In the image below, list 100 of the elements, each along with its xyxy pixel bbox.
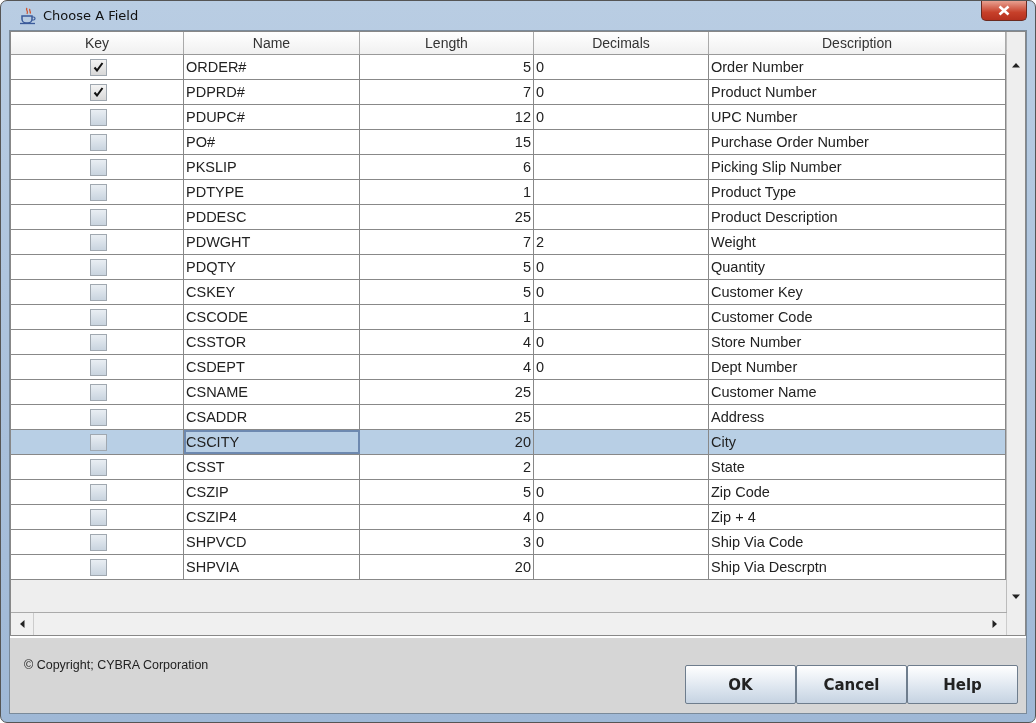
checkbox[interactable] xyxy=(89,208,107,226)
table-cell: 5 xyxy=(360,255,534,279)
column-header[interactable]: Key xyxy=(11,32,184,54)
table-cell: 4 xyxy=(360,330,534,354)
table-cell: PDQTY xyxy=(184,255,360,279)
checkbox[interactable] xyxy=(89,458,107,476)
table-cell: PDPRD# xyxy=(184,80,360,104)
checkbox[interactable] xyxy=(89,83,107,101)
table-cell: PDDESC xyxy=(184,205,360,229)
table-cell: 5 xyxy=(360,280,534,304)
checkbox[interactable] xyxy=(89,183,107,201)
table-cell: 5 xyxy=(360,55,534,79)
table-cell: 0 xyxy=(536,259,545,275)
checkbox[interactable] xyxy=(89,158,107,176)
table-cell: CSCITY xyxy=(184,430,360,454)
table-row[interactable]: PDQTY 5 0 Quantity xyxy=(11,255,1006,280)
checkbox[interactable] xyxy=(89,483,107,501)
table-cell: PO# xyxy=(184,130,360,154)
checkbox[interactable] xyxy=(89,108,107,126)
table-row[interactable]: PKSLIP 6 Picking Slip Number xyxy=(11,155,1006,180)
table-row[interactable]: PDUPC# 12 0 UPC Number xyxy=(11,105,1006,130)
table-cell: CSADDR xyxy=(184,405,360,429)
vertical-scrollbar[interactable] xyxy=(1006,32,1025,612)
table-cell: 4 xyxy=(360,355,534,379)
table-cell: 6 xyxy=(360,155,534,179)
checkbox[interactable] xyxy=(89,333,107,351)
table-row[interactable]: CSZIP4 4 0 Zip + 4 xyxy=(11,505,1006,530)
scroll-up-icon[interactable] xyxy=(1011,62,1021,68)
table-row[interactable]: PDPRD# 7 0 Product Number xyxy=(11,80,1006,105)
checkbox[interactable] xyxy=(89,558,107,576)
dialog-button[interactable]: Cancel xyxy=(796,665,907,704)
table-cell: 0 xyxy=(536,334,545,350)
table-cell: 0 xyxy=(536,534,545,550)
table-row[interactable]: SHPVCD 3 0 Ship Via Code xyxy=(11,530,1006,555)
table-row[interactable]: CSDEPT 4 0 Dept Number xyxy=(11,355,1006,380)
table-row[interactable]: CSCITY 20 City xyxy=(11,430,1006,455)
checkbox[interactable] xyxy=(89,283,107,301)
table-row[interactable]: CSCODE 1 Customer Code xyxy=(11,305,1006,330)
column-header[interactable]: Name xyxy=(184,32,360,54)
checkbox[interactable] xyxy=(89,58,107,76)
table-cell: 3 xyxy=(360,530,534,554)
scroll-left-icon[interactable] xyxy=(19,619,25,629)
table-cell: 0 xyxy=(536,484,545,500)
table-row[interactable]: CSNAME 25 Customer Name xyxy=(11,380,1006,405)
scroll-right-icon[interactable] xyxy=(992,619,998,629)
table-cell: 25 xyxy=(360,205,534,229)
close-icon xyxy=(998,5,1010,16)
checkbox[interactable] xyxy=(89,508,107,526)
table-cell: CSZIP4 xyxy=(184,505,360,529)
checkbox[interactable] xyxy=(89,383,107,401)
checkbox[interactable] xyxy=(89,233,107,251)
table-cell: CSDEPT xyxy=(184,355,360,379)
table-cell: 7 xyxy=(360,80,534,104)
checkbox[interactable] xyxy=(89,258,107,276)
table-row[interactable]: CSSTOR 4 0 Store Number xyxy=(11,330,1006,355)
table-cell: PDWGHT xyxy=(184,230,360,254)
table-cell: 2 xyxy=(536,234,545,250)
column-header[interactable]: Length xyxy=(360,32,534,54)
table-row[interactable]: CSST 2 State xyxy=(11,455,1006,480)
table-row[interactable]: CSADDR 25 Address xyxy=(11,405,1006,430)
table-row[interactable]: PO# 15 Purchase Order Number xyxy=(11,130,1006,155)
table-cell: CSCODE xyxy=(184,305,360,329)
checkbox[interactable] xyxy=(89,358,107,376)
table-cell: 0 xyxy=(536,359,545,375)
table-cell: SHPVCD xyxy=(184,530,360,554)
table-cell: CSSTOR xyxy=(184,330,360,354)
scroll-down-icon[interactable] xyxy=(1011,594,1021,600)
table-row[interactable]: PDDESC 25 Product Description xyxy=(11,205,1006,230)
table-cell: PDTYPE xyxy=(184,180,360,204)
table-cell: 0 xyxy=(536,284,545,300)
checkbox[interactable] xyxy=(89,533,107,551)
table-cell: CSST xyxy=(184,455,360,479)
horizontal-scrollbar[interactable] xyxy=(11,612,1007,635)
checkbox[interactable] xyxy=(89,433,107,451)
checkbox[interactable] xyxy=(89,133,107,151)
table-cell: 12 xyxy=(360,105,534,129)
close-button[interactable] xyxy=(981,1,1027,21)
table-cell: 0 xyxy=(536,84,545,100)
checkbox[interactable] xyxy=(89,308,107,326)
table-row[interactable]: CSZIP 5 0 Zip Code xyxy=(11,480,1006,505)
table-cell: PDUPC# xyxy=(184,105,360,129)
table-row[interactable]: SHPVIA 20 Ship Via Descrptn xyxy=(11,555,1006,580)
column-header[interactable]: Decimals xyxy=(534,32,709,54)
table-row[interactable]: ORDER# 5 0 Order Number xyxy=(11,55,1006,80)
table-cell: 25 xyxy=(360,380,534,404)
table-cell: 0 xyxy=(536,109,545,125)
table-row[interactable]: CSKEY 5 0 Customer Key xyxy=(11,280,1006,305)
table-row[interactable]: PDTYPE 1 Product Type xyxy=(11,180,1006,205)
table-cell: 0 xyxy=(536,59,545,75)
table-cell: 20 xyxy=(360,430,534,454)
table-row[interactable]: PDWGHT 7 2 Weight xyxy=(11,230,1006,255)
table-cell: 15 xyxy=(360,130,534,154)
table-cell: 2 xyxy=(360,455,534,479)
table-cell: 5 xyxy=(360,480,534,504)
dialog-button[interactable]: OK xyxy=(685,665,796,704)
dialog-button[interactable]: Help xyxy=(907,665,1018,704)
copyright-text: © Copyright; CYBRA Corporation xyxy=(24,658,209,672)
table-cell: PKSLIP xyxy=(184,155,360,179)
checkbox[interactable] xyxy=(89,408,107,426)
window-title: Choose A Field xyxy=(43,8,139,23)
